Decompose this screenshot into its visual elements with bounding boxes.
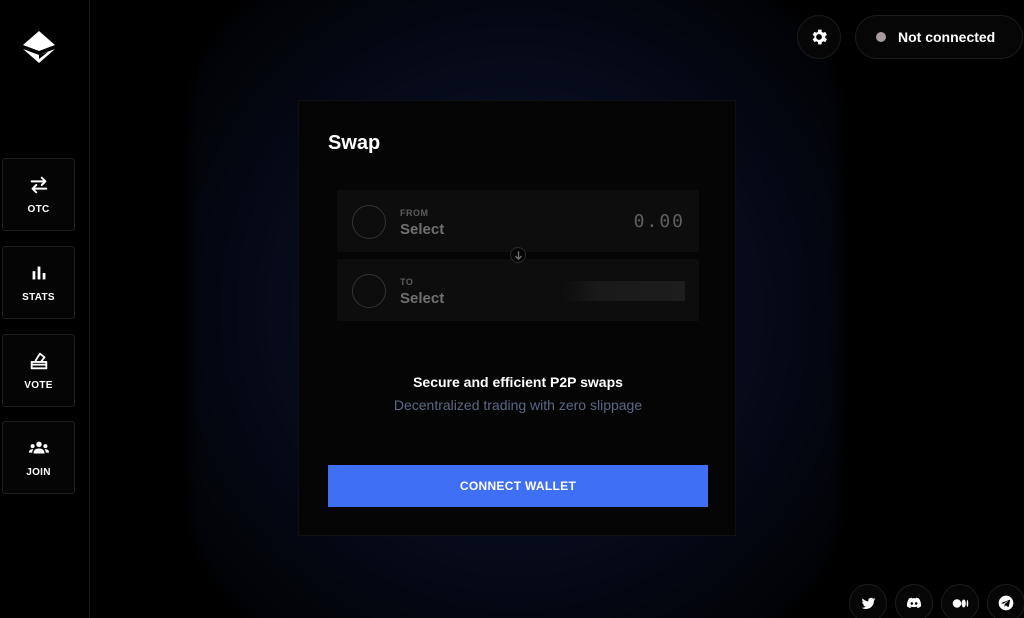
sub-tagline: Decentralized trading with zero slippage [393,397,643,413]
sidebar-item-label: STATS [22,292,55,303]
medium-link[interactable] [941,584,979,618]
sidebar-item-label: JOIN [26,467,51,478]
ballot-box-icon [30,352,47,370]
sidebar: OTC STATS VOTE JOIN [0,0,90,618]
sidebar-item-otc[interactable]: OTC [2,158,75,231]
medium-icon [952,598,968,608]
discord-link[interactable] [895,584,933,618]
swap-card: Swap FROM Select TO Select Secure and ef… [298,100,736,536]
from-token-row: FROM Select [337,190,699,252]
discord-icon [906,597,922,609]
connection-status-button[interactable]: Not connected [855,15,1023,59]
to-token-icon[interactable] [352,274,386,308]
telegram-link[interactable] [987,584,1024,618]
from-label: FROM [400,208,429,218]
from-token-select[interactable]: Select [400,221,444,238]
to-label: TO [400,277,414,287]
tagline: Secure and efficient P2P swaps [413,374,623,390]
connect-wallet-button[interactable]: CONNECT WALLET [328,465,708,507]
users-group-icon [28,441,49,454]
settings-button[interactable] [797,15,841,59]
arrow-down-icon [514,250,522,260]
to-token-select[interactable]: Select [400,290,444,307]
twitter-link[interactable] [849,584,887,618]
logo-icon[interactable] [20,28,58,66]
sidebar-item-vote[interactable]: VOTE [2,334,75,407]
connection-status-text: Not connected [898,29,996,45]
bar-chart-icon [32,266,45,280]
arrows-exchange-icon [30,176,47,194]
page-title: Swap [328,132,381,154]
to-token-row: TO Select [337,259,699,321]
status-dot [876,32,886,42]
to-amount-placeholder [563,281,685,301]
sidebar-item-label: VOTE [24,380,53,391]
sidebar-item-stats[interactable]: STATS [2,246,75,319]
telegram-icon [998,595,1014,611]
gear-icon [812,29,827,45]
sidebar-item-join[interactable]: JOIN [2,421,75,494]
from-token-icon[interactable] [352,205,386,239]
from-amount-input[interactable] [575,208,685,234]
twitter-icon [861,597,875,609]
sidebar-item-label: OTC [27,204,50,215]
swap-direction-button[interactable] [510,247,526,263]
